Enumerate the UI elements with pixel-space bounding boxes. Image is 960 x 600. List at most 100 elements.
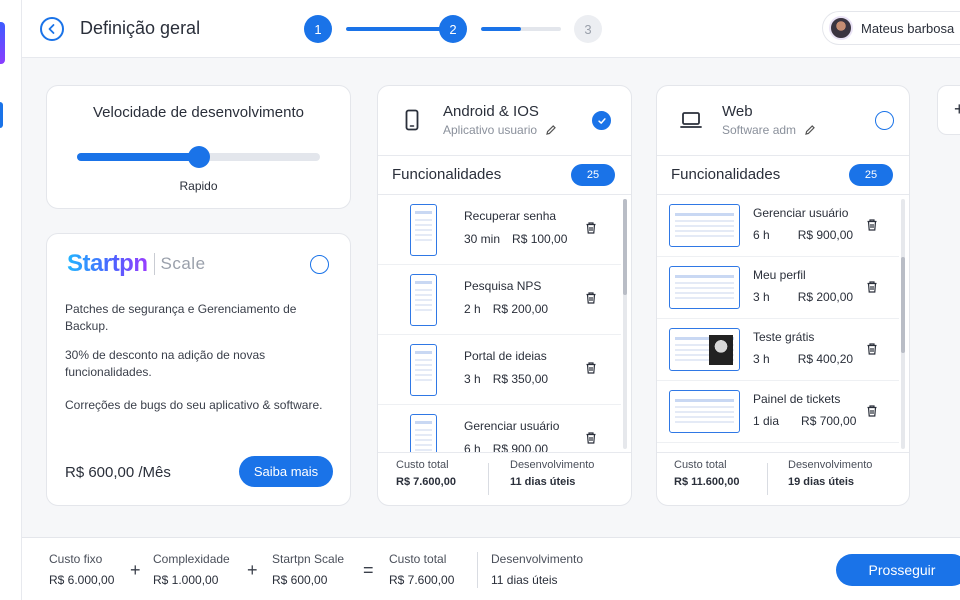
edit-pencil-icon[interactable] [804,124,816,136]
feature-name: Portal de ideias [464,349,547,363]
feature-time: 3 h [753,352,770,366]
left-rail [0,0,22,600]
edit-pencil-icon[interactable] [545,124,557,136]
feature-thumbnail [410,414,437,452]
feature-time: 2 h [464,302,481,316]
speed-slider-handle[interactable] [187,146,210,168]
feature-list: Gerenciar usuário 6 h R$ 900,00 Meu perfi… [657,195,909,452]
platform-select-radio[interactable] [875,111,894,130]
feature-time: 3 h [464,372,481,386]
startpn-logo: Startpn Scale [67,250,206,278]
feature-time: 1 dia [753,414,780,428]
trash-icon[interactable] [865,404,879,418]
feature-price: R$ 900,00 [797,228,854,242]
feature-thumbnail [669,204,740,247]
add-platform-card[interactable]: + [937,85,960,135]
speed-slider[interactable] [77,146,320,168]
avatar [829,16,853,40]
platform-name: Android & IOS [443,103,539,120]
scale-cost-value: R$ 600,00 [272,573,328,587]
development-value: 11 dias úteis [491,573,558,587]
total-cost-value: R$ 11.600,00 [674,476,740,488]
step-3[interactable]: 3 [574,15,602,43]
feature-name: Painel de tickets [753,392,841,406]
feature-time: 3 h [753,290,770,304]
platform-subtitle: Software adm [722,123,797,137]
functions-title: Funcionalidades [392,166,502,183]
complexity-value: R$ 1.000,00 [153,573,219,587]
app-logo-icon[interactable] [0,22,5,64]
proceed-button[interactable]: Prosseguir [836,554,960,586]
feature-row[interactable]: Portal de ideias 3 h R$ 350,00 [378,335,621,405]
feature-price: R$ 900,00 [492,442,549,452]
feature-list: Recuperar senha 30 min R$ 100,00 Pesquisa… [378,195,631,452]
trash-icon[interactable] [865,218,879,232]
feature-row[interactable]: Pesquisa NPS 2 h R$ 200,00 [378,265,621,335]
trash-icon[interactable] [584,361,598,375]
step-1[interactable]: 1 [304,15,332,43]
feature-time: 30 min [464,232,501,246]
speed-slider-fill [77,153,199,161]
feature-row[interactable]: Meu perfil 3 h R$ 200,00 [657,257,899,319]
feature-row[interactable]: Teste grátis 3 h R$ 400,20 [657,319,899,381]
fixed-cost-value: R$ 6.000,00 [49,573,115,587]
trash-icon[interactable] [865,280,879,294]
total-cost-value: R$ 7.600,00 [396,476,456,488]
learn-more-button[interactable]: Saiba mais [239,456,333,487]
platform-selected-check[interactable] [592,111,611,130]
nav-active-indicator [0,102,3,128]
trash-icon[interactable] [584,291,598,305]
logo-brand: Startpn [67,250,148,277]
feature-price: R$ 700,00 [801,414,857,428]
feature-name: Recuperar senha [464,209,557,223]
equals-operator: = [363,560,374,580]
functions-count-badge: 25 [571,164,615,186]
feature-price: R$ 400,20 [797,352,854,366]
feature-thumbnail [410,274,437,326]
complexity-label: Complexidade [153,552,230,566]
total-cost-value: R$ 7.600,00 [389,573,455,587]
scale-price: R$ 600,00 /Mês [65,464,171,481]
feature-price: R$ 350,00 [492,372,549,386]
development-label: Desenvolvimento [491,552,584,566]
feature-row[interactable] [657,443,899,452]
trash-icon[interactable] [865,342,879,356]
feature-price: R$ 200,00 [492,302,549,316]
total-cost-label: Custo total [674,459,727,471]
feature-list-scrollbar[interactable] [623,199,627,449]
arrow-left-icon [48,24,55,34]
user-menu[interactable]: Mateus barbosa [822,11,960,45]
feature-time: 6 h [464,442,481,452]
feature-row[interactable]: Painel de tickets 1 dia R$ 700,00 [657,381,899,443]
step-2[interactable]: 2 [439,15,467,43]
development-label: Desenvolvimento [788,459,873,471]
scale-description-1: Patches de segurança e Gerenciamento de … [65,302,297,333]
page-title: Definição geral [80,18,201,38]
development-label: Desenvolvimento [510,459,595,471]
logo-product: Scale [160,254,206,273]
trash-icon[interactable] [584,221,598,235]
speed-label: Rapido [179,179,218,193]
feature-thumbnail [669,266,740,309]
development-value: 11 dias úteis [510,476,576,488]
feature-thumbnail [669,328,740,371]
functions-title: Funcionalidades [671,166,781,183]
feature-thumbnail [410,204,437,256]
check-icon [597,117,606,124]
platform-subtitle: Aplicativo usuario [443,123,538,137]
trash-icon[interactable] [584,431,598,445]
feature-thumbnail [410,344,437,396]
feature-price: R$ 200,00 [797,290,854,304]
platform-card-mobile[interactable]: Android & IOS Aplicativo usuario Funcion… [377,85,632,506]
feature-row[interactable]: Recuperar senha 30 min R$ 100,00 [378,195,621,265]
back-button[interactable] [40,17,64,41]
feature-row[interactable]: Gerenciar usuário 6 h R$ 900,00 [657,195,899,257]
platform-card-web[interactable]: Web Software adm Funcionalidades 25 Gere… [656,85,910,506]
scale-select-radio[interactable] [310,255,329,274]
feature-list-scrollbar[interactable] [901,199,905,449]
plus-operator: + [247,560,258,580]
feature-row[interactable]: Gerenciar usuário 6 h R$ 900,00 [378,405,621,452]
plus-icon: + [954,99,960,119]
total-cost-label: Custo total [389,552,447,566]
scale-cost-label: Startpn Scale [272,552,345,566]
